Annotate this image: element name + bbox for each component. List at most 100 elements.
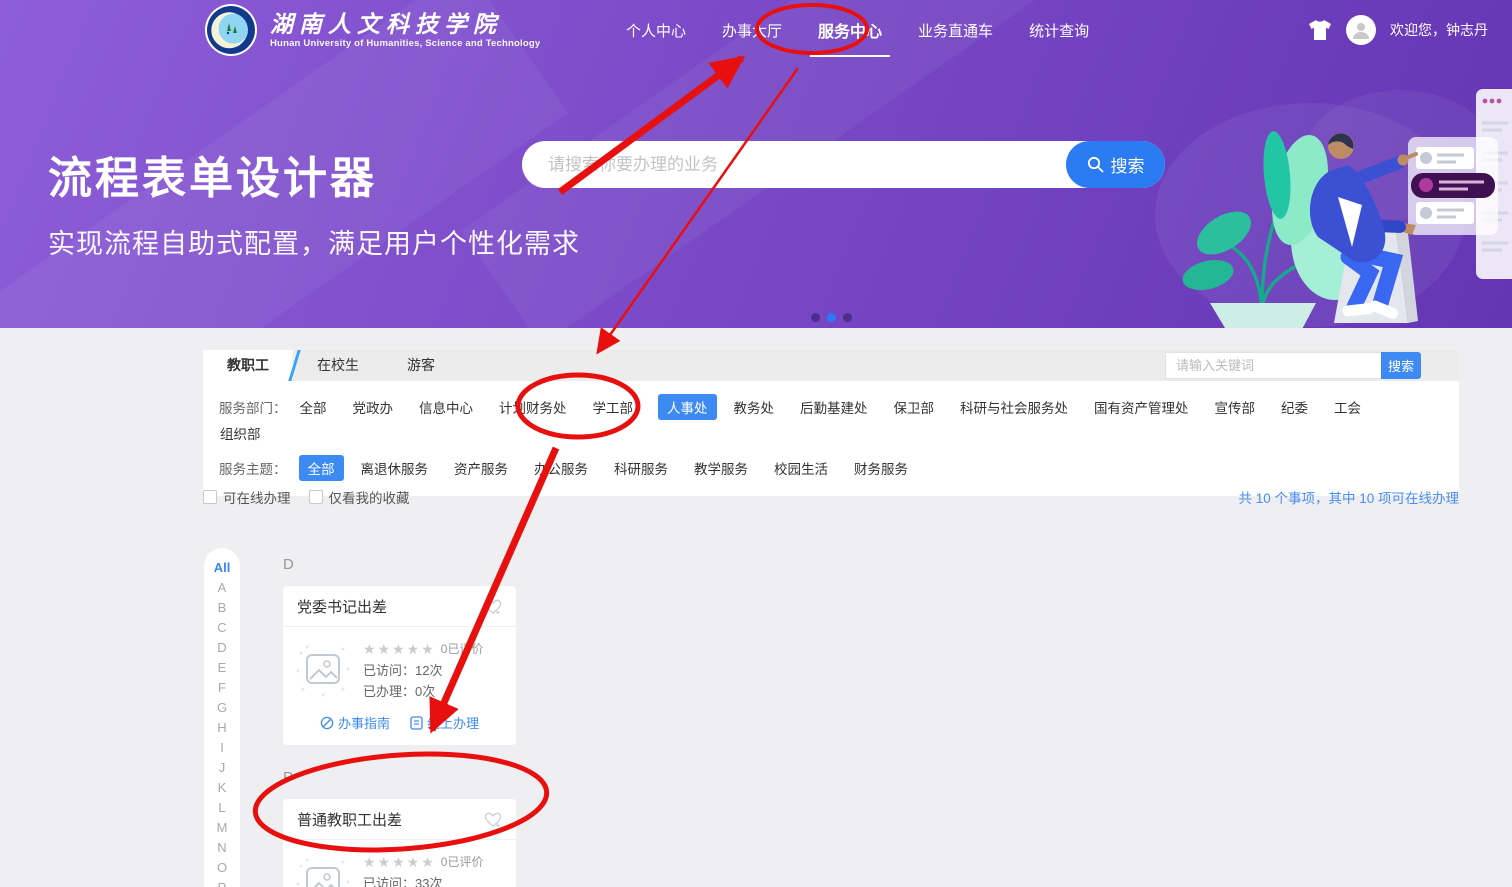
theme-item-all-selected[interactable]: 全部	[299, 455, 344, 481]
online-handle-link[interactable]: 线上办理	[410, 713, 479, 732]
card-title: 党委书记出差	[297, 596, 387, 617]
service-card-dangweishuji[interactable]: 党委书记出差 ★★★★★ 0已评价	[283, 586, 516, 745]
university-logo-icon	[204, 3, 258, 57]
nav-item-personal-center[interactable]: 个人中心	[626, 20, 686, 41]
keyword-input[interactable]	[1165, 352, 1381, 379]
hero-illustration	[1150, 75, 1512, 328]
hero-search-input[interactable]	[522, 141, 1062, 188]
alpha-item[interactable]: K	[204, 778, 240, 798]
dept-item[interactable]: 学工部	[592, 394, 635, 420]
nav-item-business-express[interactable]: 业务直通车	[918, 20, 993, 41]
rating-stars: ★★★★★	[363, 852, 436, 873]
dept-item[interactable]: 信息中心	[418, 394, 474, 420]
keyword-search: 搜索	[1165, 352, 1421, 379]
identity-tabs: 教职工 在校生 游客 搜索	[203, 350, 1459, 381]
alpha-item[interactable]: H	[204, 718, 240, 738]
alpha-item[interactable]: L	[204, 798, 240, 818]
alpha-item[interactable]: E	[204, 658, 240, 678]
nav-item-service-center[interactable]: 服务中心	[818, 18, 882, 42]
dept-item[interactable]: 组织部	[219, 420, 262, 446]
card-title: 普通教职工出差	[297, 809, 402, 830]
main-nav: 个人中心 办事大厅 服务中心 业务直通车 统计查询	[626, 0, 1089, 60]
alpha-item[interactable]: G	[204, 698, 240, 718]
image-placeholder-icon	[293, 852, 353, 887]
dept-item[interactable]: 计划财务处	[498, 394, 568, 420]
nav-item-statistics[interactable]: 统计查询	[1029, 20, 1089, 41]
carousel-dot[interactable]	[843, 313, 852, 322]
checkbox-favorite[interactable]: 仅看我的收藏	[309, 487, 410, 507]
alpha-item-all[interactable]: All	[204, 558, 240, 578]
alphabet-index: All A B C D E F G H I J K L M N O P	[204, 548, 240, 887]
card-body: ★★★★★ 0已评价 已访问：33次 已办理：0次	[283, 840, 516, 887]
favorite-heart-icon[interactable]	[484, 812, 502, 828]
alpha-item[interactable]: P	[204, 878, 240, 887]
keyword-search-button[interactable]: 搜索	[1381, 352, 1421, 379]
checkbox-online-box[interactable]	[203, 490, 217, 504]
tshirt-theme-icon[interactable]	[1308, 19, 1332, 41]
tab-student[interactable]: 在校生	[293, 350, 383, 381]
dept-item[interactable]: 纪委	[1280, 394, 1309, 420]
online-handle-icon	[410, 716, 423, 730]
theme-item[interactable]: 离退休服务	[360, 455, 430, 481]
carousel-dot-active[interactable]	[827, 313, 836, 322]
tab-visitor[interactable]: 游客	[383, 350, 459, 381]
alpha-item[interactable]: I	[204, 738, 240, 758]
checkbox-online-label: 可在线办理	[223, 487, 291, 507]
carousel-dot[interactable]	[811, 313, 820, 322]
hero-subtitle: 实现流程自助式配置，满足用户个性化需求	[48, 222, 580, 261]
checkbox-online[interactable]: 可在线办理	[203, 487, 291, 507]
theme-item[interactable]: 教学服务	[693, 455, 749, 481]
alpha-item[interactable]: A	[204, 578, 240, 598]
checkbox-favorite-box[interactable]	[309, 490, 323, 504]
dept-item[interactable]: 后勤基建处	[799, 394, 869, 420]
tab-staff[interactable]: 教职工	[203, 350, 293, 381]
avatar[interactable]	[1346, 15, 1376, 45]
nav-item-service-hall[interactable]: 办事大厅	[722, 20, 782, 41]
visit-count: 已访问：12次	[363, 660, 483, 681]
theme-item[interactable]: 资产服务	[453, 455, 509, 481]
rating-count: 0已评价	[441, 639, 484, 660]
dept-item[interactable]: 科研与社会服务处	[959, 394, 1069, 420]
dept-item-renshichu-selected[interactable]: 人事处	[658, 394, 717, 420]
search-icon	[1087, 156, 1104, 173]
university-logo[interactable]: 湖南人文科技学院 Hunan University of Humanities,…	[204, 3, 540, 57]
dept-item[interactable]: 保卫部	[893, 394, 936, 420]
dept-item[interactable]: 党政办	[352, 394, 395, 420]
online-handle-link-label: 线上办理	[427, 713, 479, 732]
alpha-item[interactable]: M	[204, 818, 240, 838]
alpha-item[interactable]: J	[204, 758, 240, 778]
service-card-list: D 党委书记出差 ★★★★★	[283, 556, 516, 887]
dept-item[interactable]: 工会	[1333, 394, 1362, 420]
theme-item[interactable]: 科研服务	[613, 455, 669, 481]
theme-filter-label: 服务主题：	[219, 458, 287, 478]
hero-search-button-label: 搜索	[1111, 152, 1145, 177]
dept-item[interactable]: 宣传部	[1214, 394, 1257, 420]
alpha-item[interactable]: B	[204, 598, 240, 618]
theme-item[interactable]: 财务服务	[853, 455, 909, 481]
alpha-item[interactable]: N	[204, 838, 240, 858]
hero-title: 流程表单设计器	[48, 142, 377, 206]
favorite-heart-icon[interactable]	[484, 599, 502, 615]
service-card-putongjiaozhigong[interactable]: 普通教职工出差 ★★★★★ 0已评价	[283, 799, 516, 887]
university-name-en: Hunan University of Humanities, Science …	[270, 38, 540, 49]
image-placeholder-icon	[293, 639, 353, 699]
card-body: ★★★★★ 0已评价 已访问：12次 已办理：0次	[283, 627, 516, 704]
alpha-item[interactable]: F	[204, 678, 240, 698]
alpha-item[interactable]: O	[204, 858, 240, 878]
card-header: 普通教职工出差	[283, 799, 516, 840]
theme-filter-row: 服务主题： 全部 离退休服务 资产服务 办公服务 科研服务 教学服务 校园生活 …	[219, 455, 1443, 481]
item-count-text: 共 10 个事项，其中 10 项可在线办理	[1238, 487, 1459, 507]
university-name: 湖南人文科技学院 Hunan University of Humanities,…	[270, 12, 540, 49]
dept-item[interactable]: 国有资产管理处	[1093, 394, 1190, 420]
university-name-cn: 湖南人文科技学院	[270, 12, 540, 38]
alpha-item[interactable]: C	[204, 618, 240, 638]
card-actions: 办事指南 线上办理	[283, 704, 516, 745]
top-navigation-bar: 湖南人文科技学院 Hunan University of Humanities,…	[0, 0, 1512, 60]
alpha-item[interactable]: D	[204, 638, 240, 658]
theme-item[interactable]: 办公服务	[533, 455, 589, 481]
theme-item[interactable]: 校园生活	[773, 455, 829, 481]
dept-item-all[interactable]: 全部	[299, 394, 328, 420]
dept-item[interactable]: 教务处	[733, 394, 776, 420]
guide-link[interactable]: 办事指南	[320, 713, 390, 732]
card-meta: ★★★★★ 0已评价 已访问：33次 已办理：0次	[363, 852, 483, 887]
